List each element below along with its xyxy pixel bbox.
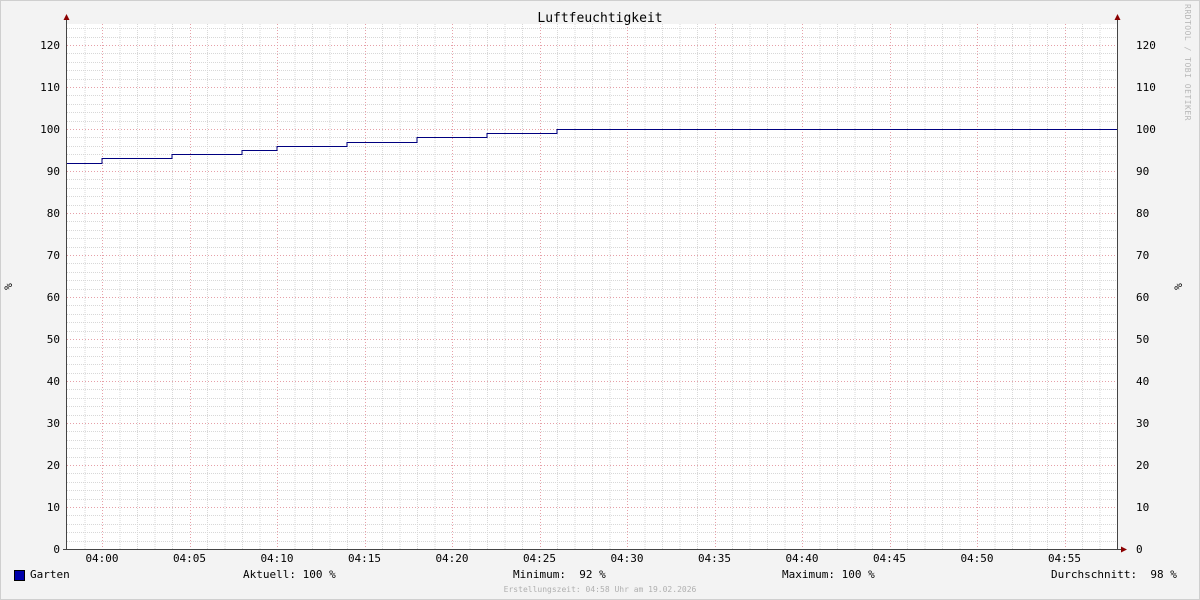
x-tick-label: 04:35 <box>698 552 731 565</box>
humidity-chart: 0 0 10 10 20 20 30 30 40 40 50 50 60 60 70 70 80 80 90 90 10… <box>2 14 1185 565</box>
x-tick-label: 04:45 <box>873 552 906 565</box>
y-tick-label-left: 20 <box>47 459 60 472</box>
y-axis-label-left: % <box>2 283 15 290</box>
chart-title: Luftfeuchtigkeit <box>537 11 663 26</box>
legend-series-label: Garten <box>30 568 70 581</box>
y-tick-label-left: 90 <box>47 165 60 178</box>
y-tick-label-right: 100 <box>1136 123 1156 136</box>
x-tick-label: 04:15 <box>348 552 381 565</box>
y-tick-label-right: 50 <box>1136 333 1149 346</box>
x-tick-label: 04:55 <box>1048 552 1081 565</box>
y-tick-label-right: 30 <box>1136 417 1149 430</box>
y-tick-label-right: 80 <box>1136 207 1149 220</box>
y-tick-label-left: 60 <box>47 291 60 304</box>
y-tick-label-left: 50 <box>47 333 60 346</box>
y-tick-label-left: 80 <box>47 207 60 220</box>
y-tick-label-right: 70 <box>1136 249 1149 262</box>
x-tick-label: 04:10 <box>260 552 293 565</box>
x-tick-label: 04:00 <box>85 552 118 565</box>
y-tick-label-right: 120 <box>1136 39 1156 52</box>
legend-maximum: Maximum: 100 % <box>782 568 875 581</box>
y-axis-label-right: % <box>1172 283 1185 290</box>
rrdtool-watermark: RRDTOOL / TOBI OETIKER <box>1183 4 1192 121</box>
y-tick-label-left: 70 <box>47 249 60 262</box>
legend-average: Durchschnitt: 98 % <box>1051 568 1177 581</box>
x-tick-label: 04:30 <box>610 552 643 565</box>
x-tick-label: 04:40 <box>785 552 818 565</box>
y-tick-label-left: 40 <box>47 375 60 388</box>
creation-time-footer: Erstellungszeit: 04:58 Uhr am 19.02.2026 <box>503 585 697 594</box>
y-tick-label-left: 100 <box>40 123 60 136</box>
x-tick-label: 04:20 <box>435 552 468 565</box>
y-tick-label-right: 60 <box>1136 291 1149 304</box>
y-tick-label-left: 110 <box>40 81 60 94</box>
legend-current: Aktuell: 100 % <box>243 568 336 581</box>
legend-swatch <box>14 570 25 581</box>
y-tick-label-right: 40 <box>1136 375 1149 388</box>
y-tick-label-right: 110 <box>1136 81 1156 94</box>
y-tick-label-right: 90 <box>1136 165 1149 178</box>
x-tick-label: 04:25 <box>523 552 556 565</box>
x-tick-label: 04:50 <box>960 552 993 565</box>
y-tick-label-left: 30 <box>47 417 60 430</box>
legend-minimum: Minimum: 92 % <box>513 568 606 581</box>
y-tick-label-right: 0 <box>1136 543 1143 556</box>
y-tick-label-left: 120 <box>40 39 60 52</box>
y-tick-label-right: 10 <box>1136 501 1149 514</box>
x-axis-arrow <box>1121 546 1127 553</box>
y-tick-label-right: 20 <box>1136 459 1149 472</box>
x-tick-label: 04:05 <box>173 552 206 565</box>
y-tick-label-left: 10 <box>47 501 60 514</box>
y-tick-label-left: 0 <box>53 543 60 556</box>
